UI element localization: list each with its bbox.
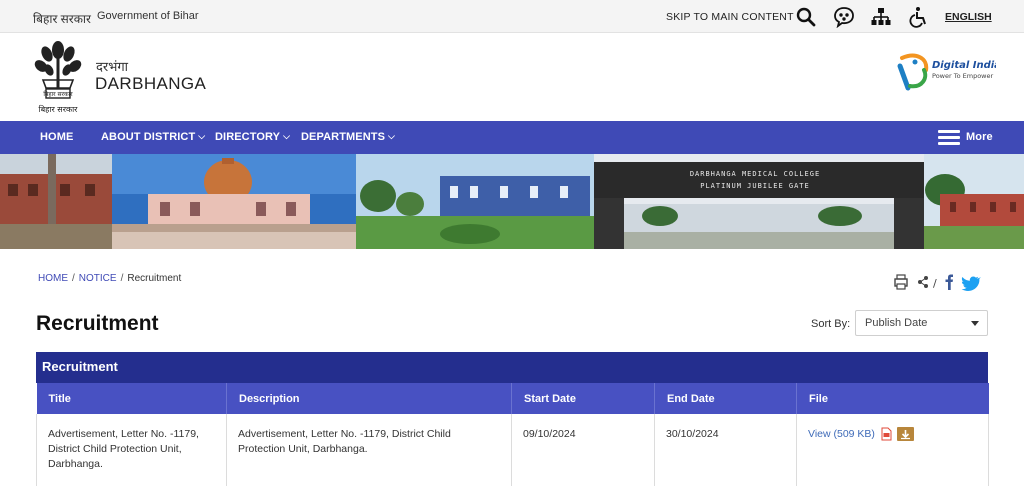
nav-label: DEPARTMENTS [301, 131, 386, 143]
nav-label: DIRECTORY [215, 131, 281, 143]
page-title: Recruitment [36, 312, 159, 335]
chevron-down-icon: ⌵ [198, 131, 206, 141]
nav-item-home[interactable]: HOME [40, 131, 73, 143]
emblem-inner-text: बिहार सरकार [43, 90, 73, 98]
file-actions [881, 427, 914, 442]
sitemap-icon[interactable] [870, 6, 892, 28]
column-header-end-date[interactable]: End Date [654, 383, 797, 414]
hamburger-menu-icon[interactable] [938, 130, 960, 146]
sort-by-label: Sort By: [811, 318, 851, 330]
breadcrumb-current: Recruitment [127, 273, 182, 284]
site-header: बिहार सरकार बिहार सरकार दरभंगा DARBHANGA… [0, 34, 1024, 121]
sort-by-select[interactable]: Publish Date [855, 310, 988, 336]
pdf-icon[interactable] [881, 427, 892, 441]
chevron-down-icon [971, 321, 979, 326]
government-of-bihar-link[interactable]: Government of Bihar [97, 10, 199, 22]
top-bar: बिहार सरकार Government of Bihar SKIP TO … [0, 0, 1024, 33]
nav-label: HOME [40, 131, 74, 143]
facebook-icon[interactable] [945, 274, 954, 291]
nav-more-button[interactable]: More [966, 131, 993, 143]
share-icon[interactable] [918, 276, 928, 288]
digital-india-tagline: Power To Empower [932, 72, 993, 80]
digital-india-logo[interactable]: Digital India Power To Empower [896, 52, 996, 94]
cell-file: View (509 KB) [796, 414, 989, 486]
nav-item-directory[interactable]: DIRECTORY ⌵ [215, 131, 290, 143]
gate-text-line2: PLATINUM JUBILEE GATE [700, 182, 810, 190]
cell-title: Advertisement, Letter No. -1179, Distric… [36, 414, 227, 486]
share-toolbar: / [894, 274, 981, 291]
table-row: Advertisement, Letter No. -1179, Distric… [36, 414, 989, 486]
main-navigation: HOME ABOUT DISTRICT ⌵ DIRECTORY ⌵ DEPARTME… [0, 121, 1024, 154]
twitter-icon[interactable] [961, 276, 981, 291]
column-header-title[interactable]: Title [36, 383, 227, 414]
language-english-link[interactable]: ENGLISH [945, 11, 992, 23]
district-name[interactable]: DARBHANGA [95, 74, 206, 94]
recruitment-table: Title Description Start Date End Date Fi… [36, 383, 989, 486]
district-name-hindi[interactable]: दरभंगा [96, 57, 128, 75]
cell-end-date: 30/10/2024 [654, 414, 797, 486]
table-header-row: Title Description Start Date End Date Fi… [36, 383, 989, 414]
banner-image-strip: DARBHANGA MEDICAL COLLEGE PLATINUM JUBIL… [0, 154, 1024, 249]
nav-item-about-district[interactable]: ABOUT DISTRICT ⌵ [101, 131, 205, 143]
bihar-emblem-logo[interactable]: बिहार सरकार बिहार सरकार [33, 38, 83, 116]
cell-description: Advertisement, Letter No. -1179, Distric… [226, 414, 512, 486]
emblem-caption: बिहार सरकार [39, 104, 79, 114]
accessibility-icon[interactable] [908, 6, 930, 28]
breadcrumb-home-link[interactable]: HOME [38, 273, 68, 284]
search-icon[interactable] [795, 6, 817, 28]
column-header-description[interactable]: Description [226, 383, 512, 414]
chevron-down-icon: ⌵ [283, 131, 291, 141]
nav-item-departments[interactable]: DEPARTMENTS ⌵ [301, 131, 395, 143]
nav-label: ABOUT DISTRICT [101, 131, 196, 143]
sort-by-value: Publish Date [865, 317, 928, 329]
print-icon[interactable] [894, 274, 908, 290]
column-header-start-date[interactable]: Start Date [511, 383, 655, 414]
share-separator: / [933, 277, 937, 290]
cell-start-date: 09/10/2024 [511, 414, 655, 486]
breadcrumb-separator: / [72, 273, 75, 284]
digital-india-title: Digital India [932, 60, 996, 71]
column-header-file: File [796, 383, 989, 414]
gate-text-line1: DARBHANGA MEDICAL COLLEGE [690, 170, 820, 178]
skip-to-main-content-link[interactable]: SKIP TO MAIN CONTENT [666, 11, 794, 23]
view-file-link[interactable]: View (509 KB) [808, 428, 875, 440]
banner-photos: DARBHANGA MEDICAL COLLEGE PLATINUM JUBIL… [0, 154, 1024, 249]
chevron-down-icon: ⌵ [388, 131, 395, 141]
bihar-sarkar-label[interactable]: बिहार सरकार [33, 10, 91, 27]
download-icon[interactable] [896, 427, 914, 442]
breadcrumb: HOME / NOTICE / Recruitment [38, 273, 181, 284]
social-media-icon[interactable] [833, 6, 855, 28]
breadcrumb-notice-link[interactable]: NOTICE [79, 273, 117, 284]
breadcrumb-separator: / [120, 273, 124, 284]
section-header: Recruitment [36, 352, 988, 383]
